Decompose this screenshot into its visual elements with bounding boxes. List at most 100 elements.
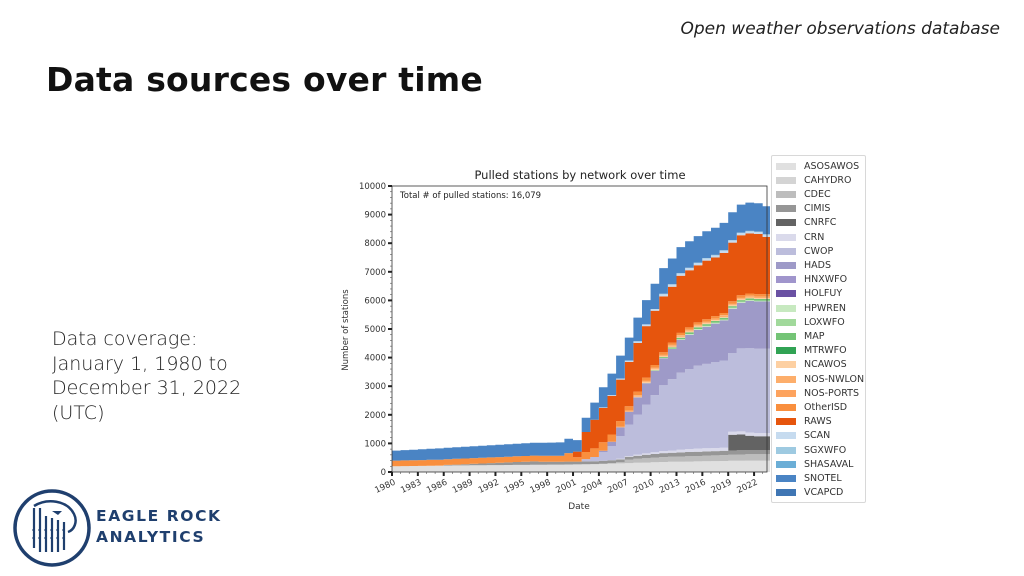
legend-item-hnxwfo: HNXWFO <box>776 273 847 287</box>
x-tick-label: 1995 <box>503 478 527 496</box>
data-coverage-text: Data coverage: January 1, 1980 to Decemb… <box>52 327 241 425</box>
legend-item-sgxwfo: SGXWFO <box>776 443 846 457</box>
legend-label: ASOSAWOS <box>804 160 860 172</box>
legend-label: MTRWFO <box>804 345 847 357</box>
y-tick-label: 8000 <box>364 239 386 249</box>
legend-item-holfuy: HOLFUY <box>776 287 842 301</box>
legend-item-shasaval: SHASAVAL <box>776 457 853 471</box>
legend-swatch <box>776 361 796 369</box>
legend-item-cnrfc: CNRFC <box>776 216 836 230</box>
legend-swatch <box>776 247 796 255</box>
legend-label: SCAN <box>804 430 831 442</box>
y-tick-label: 10000 <box>359 182 386 192</box>
y-tick-label: 1000 <box>364 439 386 449</box>
legend-label: CDEC <box>804 188 831 200</box>
legend-label: SGXWFO <box>804 444 847 456</box>
x-tick-label: 1989 <box>451 478 475 496</box>
legend-label: MAP <box>804 330 825 342</box>
eagle-logo-icon <box>13 489 91 567</box>
legend-swatch <box>776 233 796 241</box>
coverage-line: December 31, 2022 <box>52 377 242 399</box>
chart-title: Pulled stations by network over time <box>474 168 685 182</box>
legend-label: CRN <box>804 231 825 243</box>
legend-swatch <box>776 205 796 213</box>
legend-swatch <box>776 432 796 440</box>
legend-swatch <box>776 290 796 298</box>
legend-label: NOS-NWLON <box>804 373 865 385</box>
x-tick-label: 2016 <box>684 478 708 496</box>
legend-label: VCAPCD <box>804 487 844 499</box>
legend-item-nos-nwlon: NOS-NWLON <box>776 372 864 386</box>
x-tick-label: 2007 <box>606 478 630 496</box>
x-tick-label: 2001 <box>554 478 578 496</box>
logo-line-1: EAGLE ROCK <box>96 507 222 525</box>
legend-item-hads: HADS <box>776 258 831 272</box>
y-tick-label: 0 <box>381 468 386 478</box>
x-tick-label: 2004 <box>580 478 604 496</box>
x-tick-label: 1983 <box>399 478 423 496</box>
legend-label: OtherISD <box>804 401 848 413</box>
legend-label: CWOP <box>804 245 834 257</box>
legend-item-vcapcd: VCAPCD <box>776 486 843 500</box>
legend-swatch <box>776 489 796 497</box>
slide-title: Data sources over time <box>46 60 483 99</box>
legend-item-snotel: SNOTEL <box>776 471 842 485</box>
legend-label: HPWREN <box>804 302 846 314</box>
coverage-line: Data coverage: <box>52 328 198 350</box>
legend-item-mtrwfo: MTRWFO <box>776 344 847 358</box>
y-tick-label: 9000 <box>364 211 386 221</box>
x-axis-label: Date <box>568 502 590 512</box>
legend-swatch <box>776 176 796 184</box>
chart-legend: ASOSAWOS CAHYDRO CDEC CIMIS CNRFC CRN CWOP HADS… <box>771 155 866 503</box>
y-axis-label: Number of stations <box>341 289 351 371</box>
legend-swatch <box>776 375 796 383</box>
y-tick-label: 5000 <box>364 325 386 335</box>
coverage-line: (UTC) <box>52 401 105 424</box>
stacked-area-chart: Pulled stations by network over time Tot… <box>341 168 770 512</box>
legend-item-cimis: CIMIS <box>776 202 830 216</box>
total-stations-annotation: Total # of pulled stations: 16,079 <box>399 191 541 201</box>
legend-label: HOLFUY <box>804 288 843 300</box>
x-tick-label: 1986 <box>425 478 449 496</box>
legend-label: SHASAVAL <box>804 458 854 470</box>
legend-item-asosawos: ASOSAWOS <box>776 159 859 173</box>
y-tick-label: 3000 <box>364 382 386 392</box>
presentation-subtitle: Open weather observations database <box>680 19 1001 39</box>
x-tick-label: 2010 <box>632 478 656 496</box>
x-tick-label: 1992 <box>477 478 501 496</box>
y-axis: 0 1000 2000 3000 4000 5000 6000 7000 8000 9000 100… <box>359 182 392 478</box>
legend-item-nos-ports: NOS-PORTS <box>776 386 859 400</box>
x-tick-label: 1998 <box>529 478 553 496</box>
legend-label: NOS-PORTS <box>804 387 859 399</box>
legend-item-scan: SCAN <box>776 429 830 443</box>
legend-swatch <box>776 276 796 284</box>
y-tick-label: 7000 <box>364 268 386 278</box>
legend-label: CNRFC <box>804 217 837 229</box>
legend-item-loxwfo: LOXWFO <box>776 315 845 329</box>
x-tick-label: 2022 <box>735 478 759 496</box>
legend-label: CIMIS <box>804 203 831 215</box>
coverage-line: January 1, 1980 to <box>52 352 228 375</box>
legend-swatch <box>776 261 796 269</box>
legend-label: RAWS <box>804 416 832 428</box>
legend-swatch <box>776 332 796 340</box>
legend-label: CAHYDRO <box>804 174 852 186</box>
y-tick-label: 4000 <box>364 354 386 364</box>
legend-swatch <box>776 389 796 397</box>
legend-swatch <box>776 318 796 326</box>
legend-item-otherisd: OtherISD <box>776 400 847 414</box>
legend-swatch <box>776 347 796 355</box>
legend-item-cwop: CWOP <box>776 244 833 258</box>
company-logo: EAGLE ROCK ANALYTICS <box>12 486 232 570</box>
logo-line-2: ANALYTICS <box>96 528 206 546</box>
legend-swatch <box>776 190 796 198</box>
legend-swatch <box>776 446 796 454</box>
legend-swatch <box>776 418 796 426</box>
x-axis: 1980 1983 1986 1989 1992 1995 1998 2001 2004 2007… <box>373 472 763 496</box>
legend-item-ncawos: NCAWOS <box>776 358 847 372</box>
legend-item-cahydro: CAHYDRO <box>776 173 851 187</box>
legend-label: HADS <box>804 259 831 271</box>
legend-label: NCAWOS <box>804 359 847 371</box>
legend-swatch <box>776 474 796 482</box>
legend-item-hpwren: HPWREN <box>776 301 846 315</box>
